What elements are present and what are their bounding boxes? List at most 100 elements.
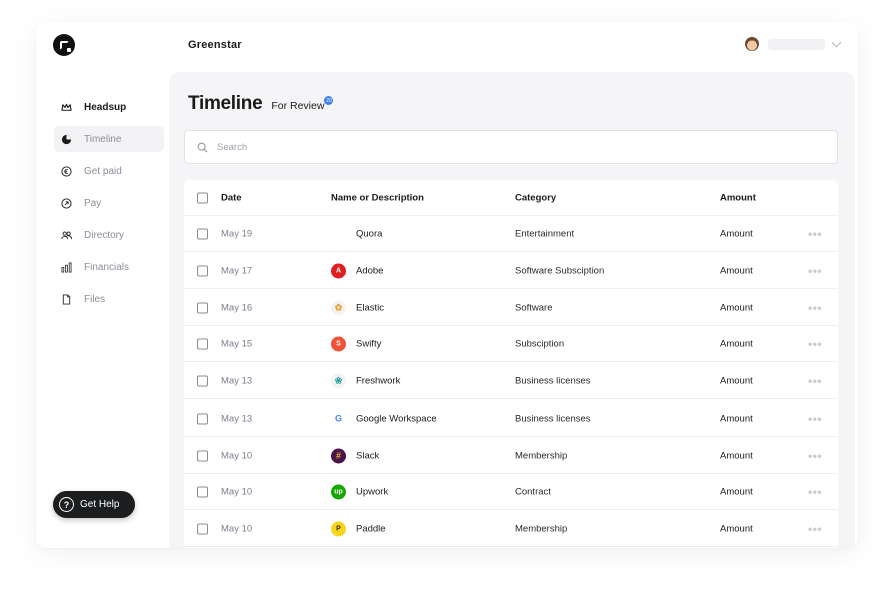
sidebar-item-timeline[interactable]: Timeline [54, 126, 164, 152]
more-options-icon[interactable]: ••• [808, 227, 822, 241]
row-checkbox[interactable] [197, 338, 208, 349]
row-name-label: Paddle [356, 523, 386, 534]
file-icon [60, 293, 72, 305]
more-options-icon[interactable]: ••• [808, 412, 822, 426]
table-row[interactable]: May 19 Quora Entertainment Amount ••• [184, 216, 838, 252]
table-row[interactable]: May 10 # Slack Membership Amount ••• [184, 438, 838, 474]
google-icon: G [331, 411, 346, 426]
row-category: Entertainment [515, 228, 575, 239]
slack-icon: # [331, 448, 346, 463]
row-amount: Amount [720, 228, 753, 239]
avatar[interactable] [745, 37, 759, 51]
row-name-label: Quora [356, 228, 383, 239]
sidebar-item-files[interactable]: Files [54, 286, 164, 312]
sidebar-item-headsup[interactable]: Headsup [54, 94, 164, 120]
select-all-checkbox[interactable] [197, 192, 208, 203]
profile-name-placeholder [768, 38, 825, 50]
row-amount: Amount [720, 523, 753, 534]
freshworks-icon: ❀ [331, 373, 346, 388]
row-amount: Amount [720, 486, 753, 497]
sidebar-item-pay[interactable]: Pay [54, 190, 164, 216]
amount-column-header[interactable]: Amount [720, 192, 756, 203]
help-icon: ? [59, 497, 74, 512]
more-options-icon[interactable]: ••• [808, 449, 822, 463]
name-column-header[interactable]: Name or Description [331, 192, 424, 203]
sidebar-item-label: Financials [84, 261, 130, 273]
row-name: Quora [331, 226, 382, 241]
more-options-icon[interactable]: ••• [808, 374, 822, 388]
row-category: Software [515, 302, 553, 313]
row-checkbox[interactable] [197, 450, 208, 461]
more-options-icon[interactable]: ••• [808, 485, 822, 499]
search-icon [197, 142, 208, 152]
date-column-header[interactable]: Date [221, 192, 242, 203]
row-checkbox[interactable] [197, 413, 208, 424]
row-date: May 13 [221, 375, 253, 386]
more-options-icon[interactable]: ••• [808, 522, 822, 536]
search-input[interactable] [217, 141, 777, 153]
row-date: May 15 [221, 338, 253, 349]
row-name: S Swifty [331, 336, 381, 351]
review-count-badge: 20 [324, 96, 334, 105]
more-options-icon[interactable]: ••• [808, 301, 822, 315]
row-category: Contract [515, 486, 551, 497]
row-name-label: Adobe [356, 265, 384, 276]
table-row[interactable]: May 10 up Upwork Contract Amount ••• [184, 474, 838, 510]
for-review-label: For Review [271, 100, 325, 112]
table-row[interactable]: May 13 G Google Workspace Business licenses… [184, 401, 838, 437]
upwork-icon: up [331, 484, 346, 499]
sidebar-item-financials[interactable]: Financials [54, 254, 164, 280]
row-date: May 10 [221, 486, 253, 497]
main-content: Timeline For Review 20 Date Name or Desc… [169, 72, 855, 548]
row-checkbox[interactable] [197, 228, 208, 239]
row-name: ✿ Elastic [331, 300, 384, 315]
row-date: May 17 [221, 265, 253, 276]
row-amount: Amount [720, 302, 753, 313]
sidebar-item-directory[interactable]: Directory [54, 222, 164, 248]
row-checkbox[interactable] [197, 265, 208, 276]
row-name-label: Google Workspace [356, 413, 437, 424]
adobe-icon: A [331, 263, 346, 278]
row-name-label: Elastic [356, 302, 384, 313]
get-help-button[interactable]: ? Get Help [53, 491, 135, 518]
row-date: May 16 [221, 302, 253, 313]
category-column-header[interactable]: Category [515, 192, 556, 203]
table-row[interactable]: May 10 P Paddle Membership Amount ••• [184, 511, 838, 547]
row-name: # Slack [331, 448, 379, 463]
row-checkbox[interactable] [197, 375, 208, 386]
row-amount: Amount [720, 450, 753, 461]
sidebar-item-label: Headsup [84, 101, 127, 113]
row-amount: Amount [720, 375, 753, 386]
row-name: up Upwork [331, 484, 388, 499]
row-checkbox[interactable] [197, 486, 208, 497]
row-checkbox[interactable] [197, 302, 208, 313]
quora-icon [331, 226, 346, 241]
row-checkbox[interactable] [197, 523, 208, 534]
table-row[interactable]: May 17 A Adobe Software Subsciption Amount ••… [184, 253, 838, 289]
transactions-table: Date Name or Description Category Amount… [184, 180, 838, 548]
row-name: G Google Workspace [331, 411, 437, 426]
euro-circle-icon [60, 165, 72, 177]
search-bar[interactable] [184, 130, 838, 164]
table-row[interactable]: May 13 ❀ Freshwork Business licenses Amount •… [184, 363, 838, 399]
more-options-icon[interactable]: ••• [808, 264, 822, 278]
app-logo[interactable] [53, 34, 75, 56]
table-header-row: Date Name or Description Category Amount [184, 180, 838, 216]
users-icon [60, 229, 72, 241]
sidebar-nav: Headsup Timeline Get paid Pay Directory [54, 94, 164, 318]
row-category: Subsciption [515, 338, 565, 349]
profile-menu[interactable] [745, 37, 842, 51]
row-date: May 10 [221, 523, 253, 534]
send-circle-icon [60, 197, 72, 209]
sidebar-item-get-paid[interactable]: Get paid [54, 158, 164, 184]
table-row[interactable]: May 15 S Swifty Subsciption Amount ••• [184, 326, 838, 362]
row-date: May 19 [221, 228, 253, 239]
table-row[interactable]: May 16 ✿ Elastic Software Amount ••• [184, 290, 838, 326]
more-options-icon[interactable]: ••• [808, 337, 822, 351]
row-category: Membership [515, 450, 568, 461]
bar-chart-icon [60, 261, 72, 273]
for-review-tab[interactable]: For Review 20 [271, 96, 334, 112]
row-name-label: Freshwork [356, 375, 401, 386]
sidebar-item-label: Files [84, 293, 106, 305]
chevron-down-icon[interactable] [831, 37, 842, 47]
